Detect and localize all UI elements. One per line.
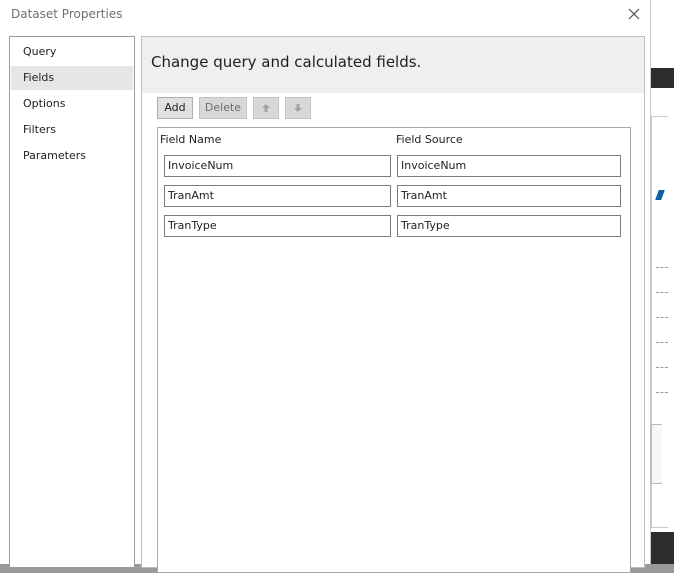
panel-heading: Change query and calculated fields.	[151, 53, 422, 71]
field-name-input[interactable]: TranAmt	[164, 185, 391, 207]
nav-item-label: Fields	[23, 71, 55, 84]
close-icon[interactable]	[624, 4, 644, 24]
column-header-field-source: Field Source	[396, 133, 463, 146]
dataset-properties-dialog: Dataset Properties Query Fields Options …	[0, 0, 651, 573]
background-toolbar	[651, 68, 674, 88]
nav-item-filters[interactable]: Filters	[11, 118, 133, 142]
background-panel	[651, 424, 662, 484]
nav-item-fields[interactable]: Fields	[11, 66, 133, 90]
table-row: TranAmt TranAmt	[158, 185, 630, 207]
background-app	[651, 0, 674, 564]
nav-item-label: Query	[23, 45, 57, 58]
nav-item-label: Options	[23, 97, 66, 110]
field-source-input[interactable]: TranType	[397, 215, 621, 237]
nav-item-query[interactable]: Query	[11, 40, 133, 64]
table-row: TranType TranType	[158, 215, 630, 237]
move-down-button[interactable]	[285, 97, 311, 119]
nav-item-parameters[interactable]: Parameters	[11, 144, 133, 168]
nav-item-label: Filters	[23, 123, 56, 136]
fields-grid: Field Name Field Source InvoiceNum Invoi…	[157, 127, 631, 573]
field-source-input[interactable]: TranAmt	[397, 185, 621, 207]
nav-panel: Query Fields Options Filters Parameters	[9, 36, 135, 568]
nav-item-label: Parameters	[23, 149, 86, 162]
table-row: InvoiceNum InvoiceNum	[158, 155, 630, 177]
dialog-title: Dataset Properties	[11, 7, 123, 21]
arrow-down-icon	[294, 104, 302, 112]
nav-item-options[interactable]: Options	[11, 92, 133, 116]
panel-header: Change query and calculated fields.	[142, 37, 644, 93]
field-name-input[interactable]: TranType	[164, 215, 391, 237]
field-source-input[interactable]: InvoiceNum	[397, 155, 621, 177]
column-header-field-name: Field Name	[160, 133, 222, 146]
background-statusbar	[651, 532, 674, 564]
fields-panel: Change query and calculated fields. Add …	[141, 36, 645, 573]
add-button[interactable]: Add	[157, 97, 193, 119]
field-name-input[interactable]: InvoiceNum	[164, 155, 391, 177]
delete-button[interactable]: Delete	[199, 97, 247, 119]
arrow-up-icon	[262, 104, 270, 112]
move-up-button[interactable]	[253, 97, 279, 119]
